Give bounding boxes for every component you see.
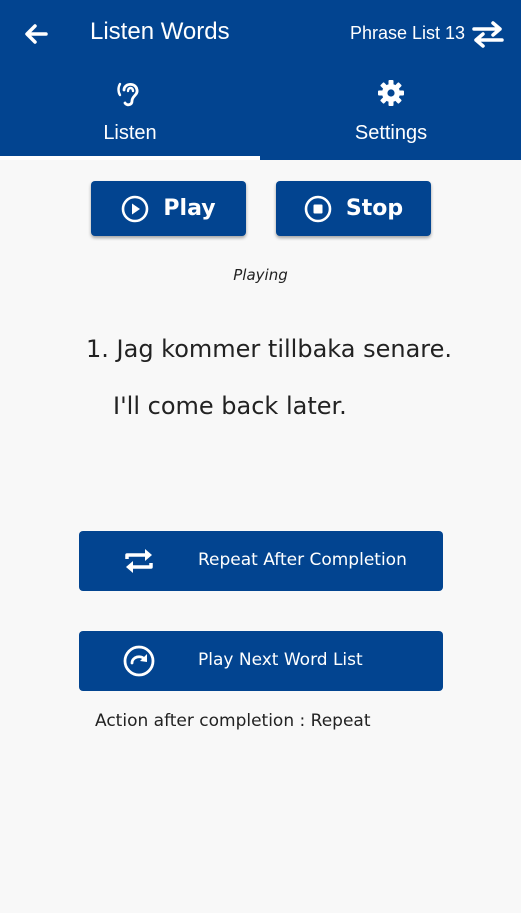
gear-icon: [378, 80, 404, 106]
stop-circle-icon: [304, 195, 332, 222]
playback-status: Playing: [233, 266, 288, 284]
active-tab-indicator: [0, 156, 260, 160]
play-circle-icon: [122, 195, 149, 222]
arrow-left-icon: [25, 24, 48, 44]
current-translation: I'll come back later.: [113, 392, 347, 420]
tab-settings[interactable]: Settings: [261, 70, 521, 160]
stop-label: Stop: [345, 196, 404, 221]
page-title: Listen Words: [90, 18, 230, 45]
tab-listen[interactable]: Listen: [0, 70, 260, 160]
play-next-word-list-button[interactable]: Play Next Word List: [79, 631, 443, 691]
completion-action-text: Action after completion : Repeat: [95, 711, 371, 731]
stop-button[interactable]: Stop: [276, 181, 431, 236]
tab-listen-label: Listen: [103, 122, 157, 144]
app-bar: Listen Words Phrase List 13 Listen Setti…: [0, 0, 521, 160]
repeat-after-completion-button[interactable]: Repeat After Completion: [79, 531, 443, 591]
redo-circle-icon: [123, 645, 155, 677]
phrase-list-name: Phrase List 13: [350, 23, 466, 43]
current-phrase: 1. Jag kommer tillbaka senare.: [86, 335, 453, 363]
play-next-word-list-label: Play Next Word List: [198, 650, 363, 670]
swap-arrows-icon: [472, 21, 504, 48]
swap-list-button[interactable]: [470, 20, 506, 48]
repeat-after-completion-label: Repeat After Completion: [198, 550, 407, 570]
tab-settings-label: Settings: [354, 122, 428, 144]
repeat-icon: [125, 549, 153, 573]
ear-icon: [117, 82, 139, 107]
play-button[interactable]: Play: [91, 181, 246, 236]
back-button[interactable]: [20, 20, 52, 48]
play-label: Play: [163, 196, 216, 221]
